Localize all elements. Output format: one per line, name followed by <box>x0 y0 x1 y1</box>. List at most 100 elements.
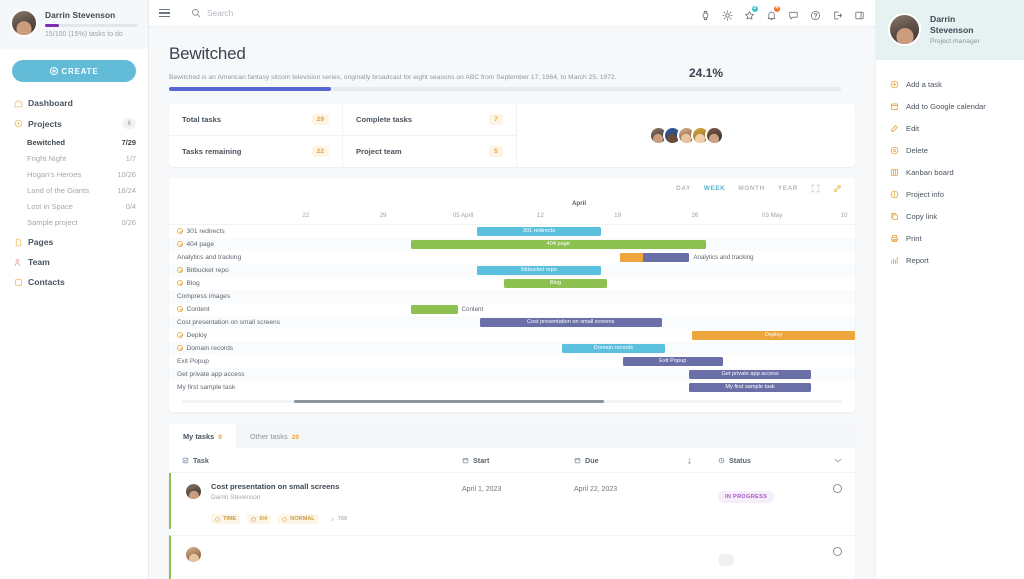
bell-badge: 4 <box>773 5 781 13</box>
project-item-fright-night[interactable]: Fright Night 1/7 <box>0 150 148 166</box>
project-item-land-of-the-giants[interactable]: Land of the Giants 18/24 <box>0 182 148 198</box>
gantt-scrollbar-thumb[interactable] <box>294 400 604 404</box>
topbar-icons: 2 4 <box>700 8 865 19</box>
column-header-sort[interactable] <box>686 457 718 465</box>
panel-icon[interactable] <box>854 8 865 19</box>
gantt-bar[interactable]: Cost presentation on small screens <box>480 318 662 327</box>
gantt-view-year[interactable]: YEAR <box>778 185 798 192</box>
meta-label: 769 <box>338 516 347 522</box>
gantt-bar[interactable]: Content <box>411 305 458 314</box>
sidebar-item-dashboard[interactable]: Dashboard <box>0 93 148 113</box>
project-count: 0/4 <box>126 202 136 211</box>
project-item-hogans-heroes[interactable]: Hogan's Heroes 10/26 <box>0 166 148 182</box>
gantt-track: Cost presentation on small screens <box>303 316 855 329</box>
column-header-due[interactable]: Due <box>574 456 686 465</box>
gantt-view-month[interactable]: MONTH <box>738 185 764 192</box>
meta-priority[interactable]: NORMAL <box>278 514 319 524</box>
search-input[interactable] <box>207 8 387 18</box>
gantt-row[interactable]: Domain recordsDomain records <box>169 342 855 355</box>
gantt-row-name: 301 redirects <box>187 228 225 235</box>
app-root: Darrin Stevenson 15/100 (15%) tasks to d… <box>0 0 1024 579</box>
column-header-menu[interactable] <box>822 458 842 463</box>
table-row[interactable] <box>169 535 855 579</box>
gantt-bar[interactable]: Analytics and tracking <box>620 253 689 262</box>
right-panel-item-report[interactable]: Report <box>876 249 1024 271</box>
watch-icon[interactable] <box>700 8 711 19</box>
table-row[interactable]: Cost presentation on small screens Darri… <box>169 473 855 529</box>
gantt-row[interactable]: Cost presentation on small screens Cost p… <box>169 316 855 329</box>
meta-checklist[interactable]: 0/4 <box>247 514 271 524</box>
gantt-row-name: Cost presentation on small screens <box>177 319 280 326</box>
gantt-row[interactable]: 301 redirects 301 redirects <box>169 225 855 238</box>
tab-other-tasks[interactable]: Other tasks 20 <box>236 424 313 448</box>
logout-icon[interactable] <box>832 8 843 19</box>
sidebar-item-pages[interactable]: Pages <box>0 232 148 252</box>
project-item-bewitched[interactable]: Bewitched 7/29 <box>0 134 148 150</box>
team-avatars[interactable] <box>649 126 724 145</box>
gantt-row-label: Content <box>169 306 303 313</box>
right-panel-item-print[interactable]: Print <box>876 227 1024 249</box>
task-complete-toggle[interactable] <box>822 482 842 493</box>
gantt-bar[interactable]: 301 redirects <box>477 227 601 236</box>
search-icon <box>191 8 201 18</box>
gantt-bar[interactable]: Bitbucket repo <box>477 266 601 275</box>
chat-icon[interactable] <box>788 8 799 19</box>
gantt-row[interactable]: Exit PopupExit Popup <box>169 355 855 368</box>
gantt-bar[interactable]: Exit Popup <box>623 357 722 366</box>
gantt-row[interactable]: 404 page404 page <box>169 238 855 251</box>
sidebar-nav: Dashboard Projects 6 Bewitched 7/29 Frig… <box>0 90 148 292</box>
star-icon[interactable]: 2 <box>744 8 755 19</box>
gantt-row[interactable]: Compress images <box>169 290 855 303</box>
help-icon[interactable] <box>810 8 821 19</box>
tab-my-tasks[interactable]: My tasks 9 <box>169 424 236 448</box>
gantt-bar[interactable]: Blog <box>504 279 606 288</box>
column-header-task[interactable]: Task <box>182 456 462 465</box>
menu-toggle-button[interactable] <box>149 12 179 13</box>
star-badge: 2 <box>751 5 759 13</box>
gantt-row[interactable]: Bitbucket repoBitbucket repo <box>169 264 855 277</box>
right-panel-item-delete[interactable]: Delete <box>876 139 1024 161</box>
gantt-row[interactable]: Get private app accessGet private app ac… <box>169 368 855 381</box>
sidebar-item-contacts[interactable]: Contacts <box>0 272 148 292</box>
gantt-scrollbar-track[interactable] <box>182 400 842 404</box>
gantt-row[interactable]: Analytics and trackingAnalytics and trac… <box>169 251 855 264</box>
gantt-bar[interactable]: Domain records <box>562 344 664 353</box>
sidebar-item-team[interactable]: Team <box>0 252 148 272</box>
right-panel-item-label: Delete <box>906 146 928 155</box>
link-off-icon[interactable] <box>833 184 842 193</box>
project-item-lost-in-space[interactable]: Lost in Space 0/4 <box>0 198 148 214</box>
gantt-view-day[interactable]: DAY <box>676 185 691 192</box>
gantt-tick: 22 <box>302 212 309 219</box>
status-icon <box>718 457 725 464</box>
gantt-row[interactable]: DeployDeploy <box>169 329 855 342</box>
sidebar-item-projects[interactable]: Projects 6 <box>0 113 148 134</box>
right-panel-item-add-to-google-calendar[interactable]: Add to Google calendar <box>876 95 1024 117</box>
gantt-row[interactable]: My first sample taskMy first sample task <box>169 381 855 393</box>
right-panel-item-kanban-board[interactable]: Kanban board <box>876 161 1024 183</box>
gantt-bar[interactable]: 404 page <box>411 240 706 249</box>
task-complete-toggle[interactable] <box>822 545 842 556</box>
expand-icon[interactable] <box>811 184 820 193</box>
project-item-sample-project[interactable]: Sample project 0/26 <box>0 214 148 230</box>
right-panel-item-copy-link[interactable]: Copy link <box>876 205 1024 227</box>
gantt-bar-segment <box>620 253 643 262</box>
bell-icon[interactable]: 4 <box>766 8 777 19</box>
sidebar-profile[interactable]: Darrin Stevenson 15/100 (15%) tasks to d… <box>0 0 148 49</box>
stat-total-tasks: Total tasks 29 <box>169 104 342 135</box>
gantt-row[interactable]: Content Content <box>169 303 855 316</box>
right-panel-item-edit[interactable]: Edit <box>876 117 1024 139</box>
brightness-icon[interactable] <box>722 8 733 19</box>
create-button[interactable]: CREATE <box>12 60 136 82</box>
column-header-label: Due <box>585 456 599 465</box>
column-header-start[interactable]: Start <box>462 456 574 465</box>
column-header-status[interactable]: Status <box>718 456 822 465</box>
right-panel-item-project-info[interactable]: Project info <box>876 183 1024 205</box>
circle-checkbox-icon <box>833 484 842 493</box>
gantt-row[interactable]: BlogBlog <box>169 277 855 290</box>
meta-time[interactable]: TIME <box>211 514 240 524</box>
right-panel-item-add-a-task[interactable]: Add a task <box>876 73 1024 95</box>
gantt-bar[interactable]: Get private app access <box>689 370 810 379</box>
gantt-bar[interactable]: My first sample task <box>689 383 810 392</box>
gantt-bar[interactable]: Deploy <box>692 331 855 340</box>
gantt-view-week[interactable]: WEEK <box>704 185 726 192</box>
